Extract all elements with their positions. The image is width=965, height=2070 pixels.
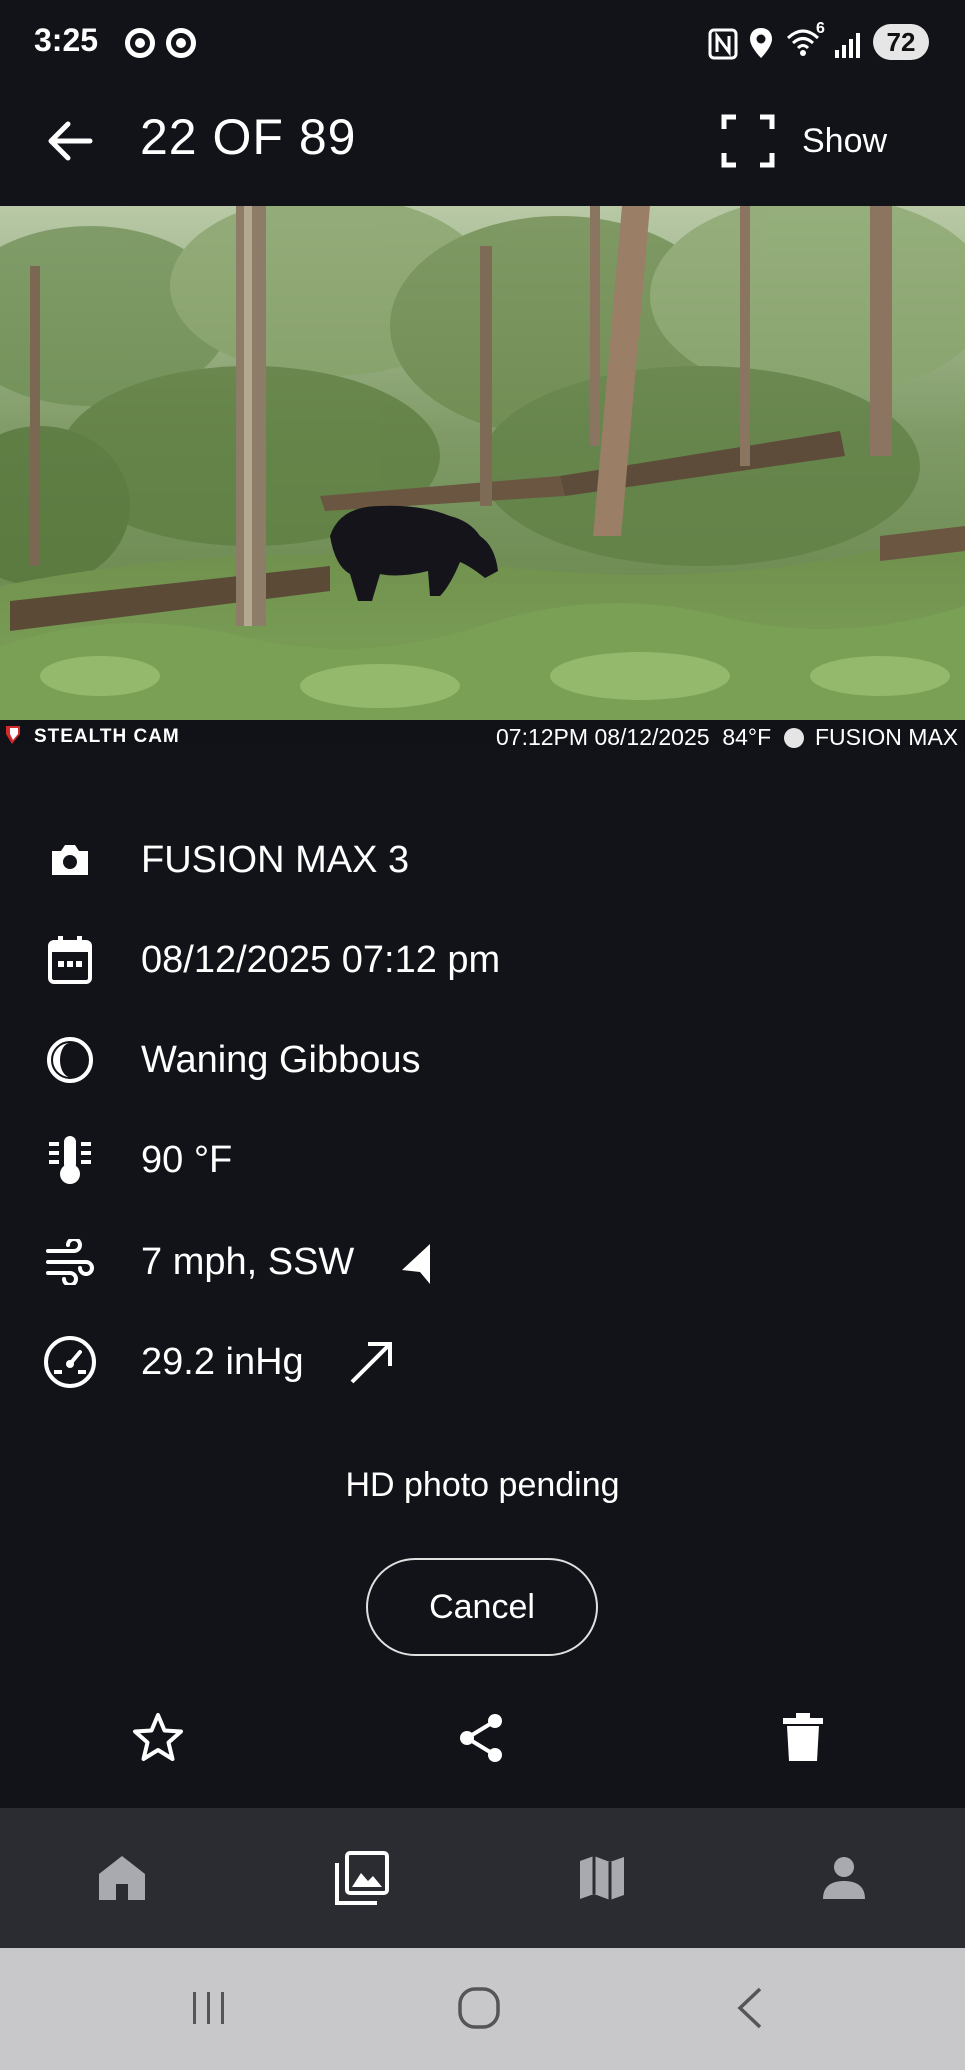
capture-datetime: 08/12/2025 07:12 pm [141,938,501,981]
moon-phase-icon [40,1030,100,1090]
hd-photo-pending-message: HD photo pending [345,1466,620,1504]
pressure-row: 29.2 inHg [40,1330,392,1394]
back-button[interactable] [40,111,100,171]
back-arrow-icon [48,121,93,161]
moon-phase: Waning Gibbous [141,1038,421,1081]
wind-icon [40,1232,100,1292]
back-chevron-icon [737,1987,762,2029]
recent-apps-icon [193,1992,224,2024]
battery-indicator: 72 [873,24,929,60]
camera-row: FUSION MAX 3 [40,828,409,892]
show-label: Show [802,121,888,160]
back-system-button[interactable] [720,1978,780,2038]
calendar-icon [40,930,100,990]
share-icon [460,1714,502,1762]
nfc-icon [708,28,738,60]
photo-info-stamp: 07:12PM 08/12/2025 84°F [496,724,772,750]
wind-row: 7 mph, SSW [40,1230,430,1294]
status-bar: 3:25 6 72 [0,0,965,84]
photo-camera-stamp: FUSION MAX 3 [815,724,965,750]
signal-icon [835,33,860,58]
map-icon [580,1856,624,1900]
show-fullscreen-button[interactable]: Show [720,106,887,176]
photo-image [0,206,965,750]
nav-gallery[interactable] [332,1848,392,1908]
trash-icon [783,1713,823,1761]
stamp-moon-icon [784,728,804,748]
star-icon [133,1713,183,1761]
gauge-icon [40,1332,100,1392]
profile-icon [823,1857,865,1899]
temperature: 90 °F [141,1138,233,1181]
photo-counter: 22 OF 89 [140,109,357,165]
pressure-trend-arrow-icon [350,1342,392,1384]
wind-direction-arrow-icon [402,1244,430,1284]
bottom-navigation [0,1808,965,1948]
barometric-pressure: 29.2 inHg [141,1340,304,1383]
wind-speed-direction: 7 mph, SSW [141,1240,355,1283]
share-button[interactable] [450,1706,514,1770]
app-bar: 22 OF 89 Show [0,84,965,206]
home-system-button[interactable] [449,1978,509,2038]
home-icon [99,1856,145,1900]
favorite-button[interactable] [126,1706,190,1770]
home-circle-icon [458,1987,500,2029]
fullscreen-icon [721,114,775,168]
recent-apps-button[interactable] [179,1978,239,2038]
datetime-row: 08/12/2025 07:12 pm [40,928,500,992]
moon-phase-row: Waning Gibbous [40,1028,421,1092]
location-icon [750,28,772,58]
thermometer-icon [40,1130,100,1190]
status-time: 3:25 [34,22,99,58]
notification-icon [166,28,196,58]
notification-icon [125,28,155,58]
photo-brand-stamp: STEALTH CAM [34,726,180,747]
cancel-hd-request-button[interactable]: Cancel [366,1558,598,1656]
temperature-row: 90 °F [40,1128,232,1192]
nav-home[interactable] [92,1848,152,1908]
system-navigation-bar [0,1948,965,2070]
nav-profile[interactable] [814,1848,874,1908]
gallery-icon [335,1851,389,1905]
camera-name: FUSION MAX 3 [141,838,410,881]
nav-map[interactable] [572,1848,632,1908]
camera-icon [40,830,100,890]
network-type: 6 [816,20,825,37]
delete-button[interactable] [771,1706,835,1770]
trail-camera-photo[interactable]: STEALTH CAM 07:12PM 08/12/2025 84°F FUSI… [0,206,965,750]
